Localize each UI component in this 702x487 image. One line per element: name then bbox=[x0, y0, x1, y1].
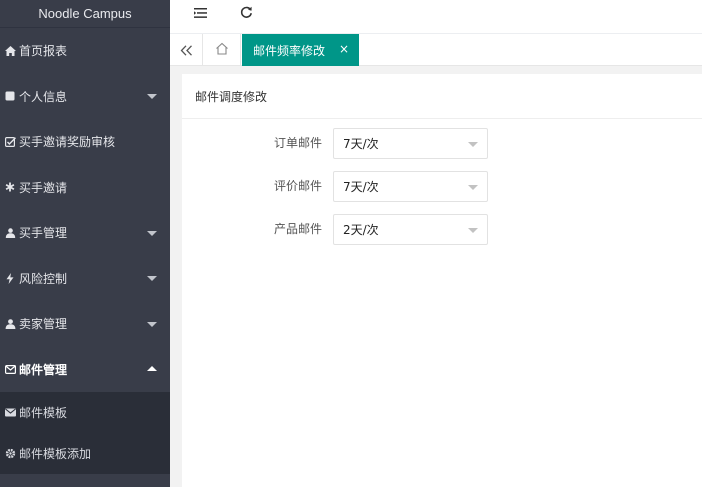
square-icon bbox=[4, 90, 16, 102]
chevron-down-icon bbox=[147, 276, 157, 282]
select-value: 7天/次 bbox=[343, 180, 379, 194]
refresh-icon bbox=[240, 6, 253, 22]
envelope-icon bbox=[4, 407, 16, 419]
chevron-down-icon bbox=[147, 94, 157, 100]
sidebar: Noodle Campus 首页报表 个人信息 买手邀请奖励审核 买手邀请 买手… bbox=[0, 0, 170, 487]
gear-icon bbox=[4, 448, 16, 460]
select-value: 7天/次 bbox=[343, 137, 379, 151]
order-mail-label: 订单邮件 bbox=[273, 136, 322, 150]
checkbox-icon bbox=[4, 136, 16, 148]
product-mail-label: 产品邮件 bbox=[273, 222, 322, 236]
chevron-up-icon bbox=[147, 366, 157, 372]
chevron-down-icon bbox=[468, 185, 478, 190]
home-icon bbox=[4, 45, 16, 57]
sidebar-item-label: 卖家管理 bbox=[19, 317, 68, 332]
sidebar-item-label: 首页报表 bbox=[19, 44, 68, 59]
sidebar-item-label: 个人信息 bbox=[19, 89, 68, 104]
chevron-down-icon bbox=[468, 142, 478, 147]
tab-label: 邮件频率修改 bbox=[253, 43, 326, 58]
tab-home[interactable] bbox=[203, 34, 241, 66]
sidebar-item-mail-management[interactable]: 邮件管理 bbox=[0, 347, 170, 393]
order-mail-select[interactable]: 7天/次 bbox=[333, 128, 488, 159]
review-mail-label: 评价邮件 bbox=[273, 179, 322, 193]
refresh-button[interactable] bbox=[237, 5, 255, 23]
sidebar-item-label: 买手管理 bbox=[19, 226, 68, 241]
sidebar-item-label: 买手邀请 bbox=[19, 180, 68, 195]
brand-title: Noodle Campus bbox=[0, 0, 170, 28]
form-row-review-mail: 评价邮件 7天/次 bbox=[182, 171, 702, 202]
sidebar-subitem-label: 邮件模板添加 bbox=[19, 447, 92, 461]
sidebar-item-label: 风险控制 bbox=[19, 271, 68, 286]
sidebar-subitem-add-mail-template[interactable]: 邮件模板添加 bbox=[0, 433, 170, 474]
envelope-outline-icon bbox=[4, 363, 16, 375]
home-outline-icon bbox=[215, 42, 229, 58]
form-row-product-mail: 产品邮件 2天/次 bbox=[182, 214, 702, 245]
sidebar-item-dashboard[interactable]: 首页报表 bbox=[0, 28, 170, 74]
double-chevron-left-icon bbox=[180, 41, 193, 60]
user-icon bbox=[4, 318, 16, 330]
sidebar-item-risk-control[interactable]: 风险控制 bbox=[0, 256, 170, 302]
sidebar-subitem-mail-templates[interactable]: 邮件模板 bbox=[0, 392, 170, 433]
tab-mail-frequency[interactable]: 邮件频率修改 × bbox=[242, 34, 359, 66]
select-value: 2天/次 bbox=[343, 223, 379, 237]
mail-submenu: 邮件模板 邮件模板添加 bbox=[0, 392, 170, 474]
chevron-down-icon bbox=[468, 228, 478, 233]
sidebar-item-label: 买手邀请奖励审核 bbox=[19, 135, 116, 150]
review-mail-select[interactable]: 7天/次 bbox=[333, 171, 488, 202]
product-mail-select[interactable]: 2天/次 bbox=[333, 214, 488, 245]
mail-schedule-card: 邮件调度修改 订单邮件 7天/次 评价邮件 7天/次 产品邮件 2天/次 bbox=[182, 74, 702, 487]
chevron-down-icon bbox=[147, 321, 157, 327]
tab-bar: 邮件频率修改 × bbox=[170, 33, 702, 66]
sidebar-item-label: 邮件管理 bbox=[19, 362, 68, 377]
sidebar-item-profile[interactable]: 个人信息 bbox=[0, 74, 170, 120]
tab-scroll-left-button[interactable] bbox=[170, 34, 203, 66]
top-header bbox=[170, 0, 702, 28]
sidebar-item-seller-management[interactable]: 卖家管理 bbox=[0, 301, 170, 347]
sidebar-toggle-button[interactable] bbox=[192, 5, 210, 23]
sidebar-item-buyer-invite[interactable]: 买手邀请 bbox=[0, 165, 170, 211]
close-icon[interactable]: × bbox=[338, 42, 350, 56]
chevron-down-icon bbox=[147, 230, 157, 236]
card-title: 邮件调度修改 bbox=[182, 74, 702, 119]
bolt-icon bbox=[4, 272, 16, 284]
sidebar-subitem-label: 邮件模板 bbox=[19, 406, 68, 420]
menu-fold-icon bbox=[194, 7, 208, 22]
users-icon bbox=[4, 227, 16, 239]
form-row-order-mail: 订单邮件 7天/次 bbox=[182, 128, 702, 159]
main-content: 邮件调度修改 订单邮件 7天/次 评价邮件 7天/次 产品邮件 2天/次 bbox=[170, 66, 702, 487]
asterisk-icon bbox=[4, 181, 16, 193]
sidebar-item-buyer-management[interactable]: 买手管理 bbox=[0, 210, 170, 256]
sidebar-item-invite-reward-review[interactable]: 买手邀请奖励审核 bbox=[0, 119, 170, 165]
